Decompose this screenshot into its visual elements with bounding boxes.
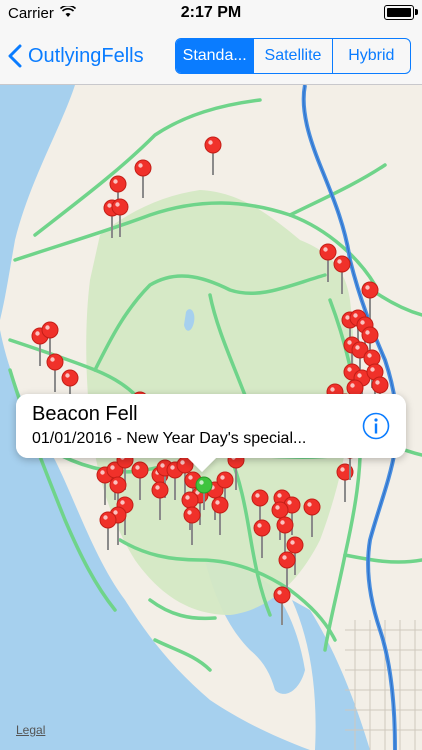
back-label: OutlyingFells (28, 44, 144, 67)
status-time: 2:17 PM (180, 4, 242, 21)
status-right (384, 5, 418, 20)
legal-link[interactable]: Legal (16, 723, 45, 737)
battery-icon (384, 5, 418, 20)
info-icon[interactable] (362, 412, 390, 440)
back-button[interactable]: OutlyingFells (8, 40, 144, 72)
map-type-segmented-control: Standa... Satellite Hybrid (175, 38, 411, 74)
segment-standard[interactable]: Standa... (176, 39, 255, 73)
annotation-callout[interactable]: Beacon Fell 01/01/2016 - New Year Day's … (16, 394, 406, 458)
segment-satellite[interactable]: Satellite (254, 39, 333, 73)
status-bar: Carrier 2:17 PM (0, 0, 422, 28)
callout-body: Beacon Fell 01/01/2016 - New Year Day's … (16, 394, 406, 458)
chevron-left-icon (8, 44, 22, 68)
callout-subtitle: 01/01/2016 - New Year Day's special... (32, 430, 307, 447)
segment-hybrid[interactable]: Hybrid (333, 39, 410, 73)
callout-title: Beacon Fell (32, 403, 138, 425)
navigation-bar: OutlyingFells Standa... Satellite Hybrid (0, 28, 422, 85)
